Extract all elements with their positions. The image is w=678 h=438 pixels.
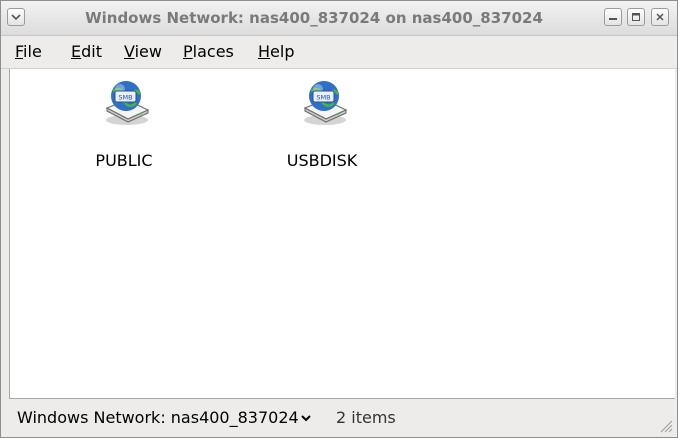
menu-bar: File Edit View Places Help [1, 36, 677, 69]
file-manager-window: Windows Network: nas400_837024 on nas400… [0, 0, 678, 438]
window-title: Windows Network: nas400_837024 on nas400… [85, 9, 543, 27]
menu-file[interactable]: File [15, 36, 42, 68]
file-view[interactable]: SMB PUBLIC SMB USBDISK [9, 69, 675, 399]
minimize-icon [609, 18, 617, 20]
menu-edit-label: dit [81, 42, 102, 61]
menu-file-label: ile [23, 42, 42, 61]
menu-help-label: elp [270, 42, 295, 61]
menu-view-label: iew [134, 42, 162, 61]
share-item-public[interactable]: SMB PUBLIC [64, 77, 184, 177]
share-label: USBDISK [286, 151, 358, 170]
smb-share-icon: SMB [303, 81, 348, 125]
window-menu-button[interactable] [7, 8, 25, 26]
resize-grip-icon[interactable] [657, 417, 673, 433]
menu-places[interactable]: Places [183, 36, 234, 68]
share-label: PUBLIC [95, 151, 153, 170]
chevron-down-icon [11, 14, 21, 21]
title-bar[interactable]: Windows Network: nas400_837024 on nas400… [1, 1, 677, 36]
menu-help[interactable]: Help [258, 36, 294, 68]
menu-file-mnemonic: F [15, 42, 24, 61]
status-bar: Windows Network: nas400_837024 2 items [1, 399, 677, 437]
close-icon [656, 13, 664, 21]
item-count: 2 items [336, 408, 396, 427]
chevron-down-icon[interactable] [300, 413, 312, 423]
maximize-icon [632, 13, 640, 21]
menu-edit[interactable]: Edit [71, 36, 102, 68]
close-button[interactable] [651, 8, 669, 26]
menu-edit-mnemonic: E [71, 42, 82, 61]
menu-places-label: laces [192, 42, 234, 61]
smb-badge-text: SMB [118, 94, 132, 102]
smb-badge-text: SMB [316, 94, 330, 102]
location-label[interactable]: Windows Network: nas400_837024 [17, 399, 299, 437]
menu-help-mnemonic: H [258, 42, 271, 61]
maximize-button[interactable] [627, 8, 645, 26]
menu-view[interactable]: View [124, 36, 162, 68]
menu-places-mnemonic: P [183, 42, 193, 61]
menu-view-mnemonic: V [124, 42, 135, 61]
smb-share-icon: SMB [105, 81, 150, 125]
share-item-usbdisk[interactable]: SMB USBDISK [262, 77, 382, 177]
minimize-button[interactable] [604, 8, 622, 26]
